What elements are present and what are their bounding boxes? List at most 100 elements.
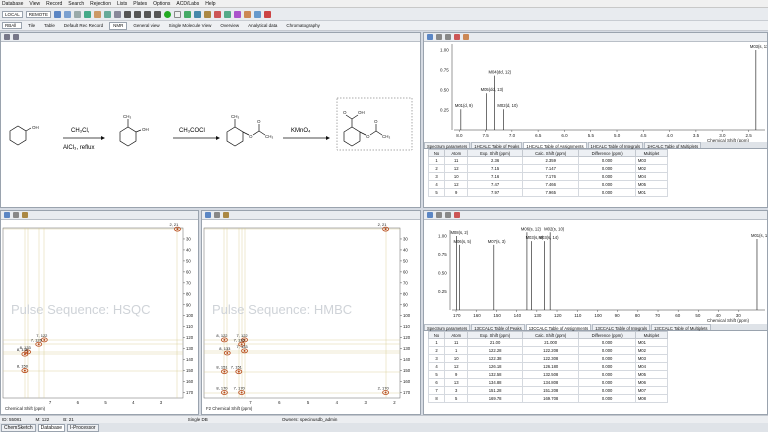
product-selection-box[interactable] — [336, 97, 413, 151]
cresol-ch3: CH₃ — [123, 114, 131, 119]
menu-database[interactable]: Database — [2, 1, 23, 7]
table-row[interactable]: 5 9 132.58 132.508 0.000 M05 — [427, 370, 669, 379]
table-row[interactable]: 1 11 21.00 21.000 0.000 M01 — [427, 338, 669, 347]
zoom-icon[interactable] — [4, 212, 10, 218]
h1-tab[interactable]: 1HCALC Table of Peaks — [471, 142, 523, 149]
pan-icon[interactable] — [436, 212, 442, 218]
search-icon[interactable] — [54, 10, 62, 18]
h1-tab[interactable]: 1HCALC Table of Multiplets — [644, 142, 702, 149]
c13-tab[interactable]: 13CCALC Table of Assignments — [525, 324, 592, 331]
local-button[interactable]: LOCAL — [2, 10, 23, 18]
notes-icon[interactable] — [204, 10, 212, 18]
table-row[interactable]: 2 1 122.28 122.208 0.000 M02 — [427, 346, 669, 355]
c13-tab[interactable]: 13CCALC Table of Peaks — [471, 324, 525, 331]
table-row[interactable]: 3 10 122.38 122.308 0.000 M03 — [427, 354, 669, 363]
menu-view[interactable]: View — [29, 1, 40, 7]
zoom-icon[interactable] — [427, 34, 433, 40]
menu-rejection[interactable]: Rejection — [90, 1, 111, 7]
table-row[interactable]: 5 9 7.97 7.965 0.000 M01 — [427, 188, 669, 197]
general-view-tab[interactable]: General view — [130, 22, 162, 30]
record-green-icon[interactable] — [164, 10, 172, 18]
edit-icon[interactable] — [13, 34, 19, 40]
spectrum-icon[interactable] — [84, 10, 92, 18]
fit-icon[interactable] — [445, 34, 451, 40]
graph-icon[interactable] — [244, 10, 252, 18]
bottom-tab-database[interactable]: Database — [37, 423, 66, 432]
c13-cell: 1 — [444, 346, 469, 355]
table-row[interactable]: 8 5 169.78 169.708 0.000 M08 — [427, 394, 669, 403]
refresh-icon[interactable] — [104, 10, 112, 18]
menu-search[interactable]: Search — [68, 1, 84, 7]
menu-help[interactable]: Help — [205, 1, 215, 7]
menu-record[interactable]: Record — [46, 1, 62, 7]
menu-bar: Database View Record Search Rejection Lists Pl… — [0, 0, 768, 8]
table-row[interactable]: 2 12 7.15 7.147 0.000 M02 — [427, 164, 669, 173]
y-tick-label: 90 — [186, 302, 191, 307]
c13-tab[interactable]: Spectrum parameters — [424, 324, 471, 331]
prev-record-icon[interactable] — [134, 10, 142, 18]
tile-button[interactable]: Tile — [25, 22, 38, 30]
h1-tab[interactable]: Spectrum parameters — [424, 142, 471, 149]
contour-icon[interactable] — [223, 212, 229, 218]
menu-acdlabs[interactable]: ACD/Labs — [176, 1, 199, 7]
bottom-tab-iprocessor[interactable]: I-Processor — [67, 423, 99, 432]
print-icon[interactable] — [114, 10, 122, 18]
h1-tab[interactable]: 1HCALC Table of Assignments — [523, 142, 587, 149]
pan-icon[interactable] — [436, 34, 442, 40]
integrate-icon[interactable] — [463, 34, 469, 40]
pan-icon[interactable] — [214, 212, 220, 218]
cross-peak-label: 8, 135 — [17, 347, 29, 352]
c13-tab[interactable]: 13CCALC Table of Integrals — [592, 324, 651, 331]
analytical-data-tab[interactable]: Analytical data — [245, 22, 280, 30]
fit-icon[interactable] — [445, 212, 451, 218]
peak-pick-icon[interactable] — [454, 34, 460, 40]
bottom-tab-chemsketch[interactable]: ChemSketch — [1, 423, 36, 432]
table-row[interactable]: 1 11 2.36 2.359 0.000 M03 — [427, 156, 669, 165]
table-row[interactable]: 3 10 7.16 7.176 0.000 M04 — [427, 172, 669, 181]
table-row[interactable]: 4 12 126.18 126.180 0.000 M04 — [427, 362, 669, 371]
chromatography-tab[interactable]: Chromatography — [283, 22, 323, 30]
export-icon[interactable] — [254, 10, 262, 18]
shapes-icon[interactable] — [234, 10, 242, 18]
map-icon[interactable] — [224, 10, 232, 18]
filter-select[interactable]: RBAll — [2, 22, 22, 29]
c13-cell: 13 — [444, 378, 469, 387]
c13-tab[interactable]: 13CCALC Table of Multiplets — [651, 324, 711, 331]
first-record-icon[interactable] — [124, 10, 132, 18]
cross-peak-label: 8, 170 — [216, 386, 228, 391]
single-molecule-tab[interactable]: Single Molecule View — [166, 22, 215, 30]
default-record-button[interactable]: Default Rec Record — [61, 22, 106, 30]
overview-tab[interactable]: Overview — [217, 22, 242, 30]
structure-icon[interactable] — [74, 10, 82, 18]
peak-pick-icon[interactable] — [454, 212, 460, 218]
zoom-icon[interactable] — [4, 34, 10, 40]
help-icon[interactable] — [264, 10, 272, 18]
h1-column-header: Exp. Shift (ppm) — [467, 149, 523, 157]
chart-icon-2[interactable] — [194, 10, 202, 18]
menu-plates[interactable]: Plates — [133, 1, 147, 7]
zoom-icon[interactable] — [205, 212, 211, 218]
c13-cell: M04 — [634, 362, 669, 371]
nmr-tab[interactable]: NMR — [109, 21, 128, 30]
c13-cell: 0.000 — [578, 354, 636, 363]
palette-icon[interactable] — [214, 10, 222, 18]
contour-icon[interactable] — [22, 212, 28, 218]
table-row[interactable]: 4 12 7.47 7.466 0.000 M05 — [427, 180, 669, 189]
remote-button[interactable]: REMOTE — [25, 10, 52, 18]
filter-icon[interactable] — [64, 10, 72, 18]
zoom-icon[interactable] — [427, 212, 433, 218]
table-icon[interactable] — [94, 10, 102, 18]
menu-lists[interactable]: Lists — [117, 1, 127, 7]
table-row[interactable]: 6 13 134.88 134.808 0.000 M06 — [427, 378, 669, 387]
cross-peak-label: 7, 151 — [231, 365, 243, 370]
table-button[interactable]: Table — [41, 22, 58, 30]
last-record-icon[interactable] — [154, 10, 162, 18]
menu-options[interactable]: Options — [153, 1, 170, 7]
checkbox-icon[interactable] — [174, 10, 182, 18]
next-record-icon[interactable] — [144, 10, 152, 18]
c13-assignments-table: No Atom Exp. Shift (ppm) Calc. Shift (ppm) D… — [427, 331, 669, 403]
chart-icon[interactable] — [184, 10, 192, 18]
table-row[interactable]: 7 3 151.28 151.208 0.000 M07 — [427, 386, 669, 395]
pan-icon[interactable] — [13, 212, 19, 218]
h1-tab[interactable]: 1HCALC Table of Integrals — [587, 142, 644, 149]
